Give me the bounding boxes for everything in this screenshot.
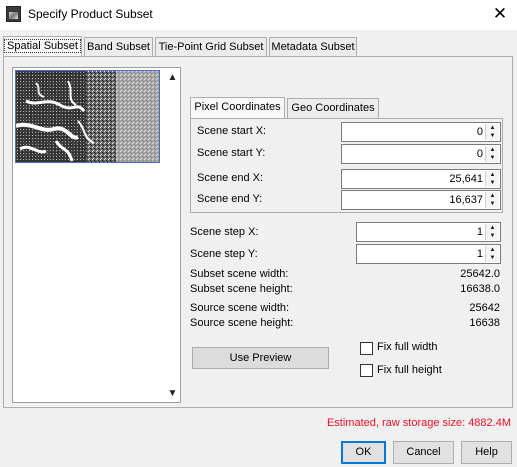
fix-full-height-label[interactable]: Fix full height [377, 364, 442, 376]
spinner-down-icon[interactable]: ▼ [486, 254, 499, 262]
scene-step-x-label: Scene step X: [190, 226, 259, 238]
thumbnail-image [16, 71, 159, 162]
scene-start-y-value: 0 [476, 148, 483, 160]
snap-app-icon [6, 6, 21, 22]
subset-scene-width-label: Subset scene width: [190, 268, 289, 280]
subset-scene-width-value: 25642.0 [460, 268, 500, 280]
tab-metadata-subset[interactable]: Metadata Subset [269, 37, 357, 56]
spinner-down-icon[interactable]: ▼ [486, 200, 499, 208]
source-scene-height-value: 16638 [469, 317, 500, 329]
scroll-down-arrow-icon[interactable]: ▼ [165, 386, 180, 402]
help-button[interactable]: Help [461, 441, 512, 464]
title-bar: Specify Product Subset ✕ [0, 0, 517, 30]
storage-estimate-text: Estimated, raw storage size: 4882.4M [326, 417, 511, 429]
product-thumbnail[interactable] [15, 70, 160, 163]
scene-step-y-value: 1 [476, 248, 483, 260]
spinner-down-icon[interactable]: ▼ [486, 154, 499, 162]
tab-spatial-subset[interactable]: Spatial Subset [3, 36, 82, 57]
scroll-up-arrow-icon[interactable]: ▲ [165, 70, 180, 86]
scene-end-y-label: Scene end Y: [197, 193, 263, 205]
spinner-up-icon[interactable]: ▲ [486, 171, 499, 179]
spinner-up-icon[interactable]: ▲ [486, 246, 499, 254]
spinner-down-icon[interactable]: ▼ [486, 179, 499, 187]
scene-start-y-label: Scene start Y: [197, 147, 266, 159]
spinner-up-icon[interactable]: ▲ [486, 124, 499, 132]
scene-step-x-spinner[interactable]: 1 ▲ ▼ [356, 222, 501, 242]
window-title: Specify Product Subset [28, 7, 153, 21]
spinner-down-icon[interactable]: ▼ [486, 232, 499, 240]
spinner-up-icon[interactable]: ▲ [486, 146, 499, 154]
spatial-subset-panel: ▲ ▼ Pixel Coordinates Geo Coordinates Sc… [3, 56, 513, 408]
subset-scene-height-label: Subset scene height: [190, 283, 293, 295]
ok-button[interactable]: OK [341, 441, 386, 464]
scene-end-x-value: 25,641 [449, 173, 483, 185]
close-icon[interactable]: ✕ [488, 3, 512, 25]
fix-full-width-label[interactable]: Fix full width [377, 341, 438, 353]
fix-full-width-checkbox[interactable] [360, 342, 373, 355]
tab-geo-coordinates[interactable]: Geo Coordinates [287, 98, 379, 118]
thumbnail-scroll-pane[interactable]: ▲ ▼ [12, 67, 181, 403]
subset-scene-height-value: 16638.0 [460, 283, 500, 295]
tab-tie-point-grid-subset[interactable]: Tie-Point Grid Subset [155, 37, 267, 56]
scene-step-y-label: Scene step Y: [190, 248, 258, 260]
scene-step-x-value: 1 [476, 226, 483, 238]
spinner-up-icon[interactable]: ▲ [486, 224, 499, 232]
scene-end-y-spinner[interactable]: 16,637 ▲ ▼ [341, 190, 501, 210]
use-preview-button[interactable]: Use Preview [192, 347, 329, 369]
source-scene-height-label: Source scene height: [190, 317, 294, 329]
scene-end-x-spinner[interactable]: 25,641 ▲ ▼ [341, 169, 501, 189]
scene-start-x-value: 0 [476, 126, 483, 138]
scene-start-x-label: Scene start X: [197, 125, 267, 137]
source-scene-width-label: Source scene width: [190, 302, 290, 314]
scene-end-x-label: Scene end X: [197, 172, 264, 184]
spinner-up-icon[interactable]: ▲ [486, 192, 499, 200]
scene-start-y-spinner[interactable]: 0 ▲ ▼ [341, 144, 501, 164]
fix-full-height-checkbox[interactable] [360, 364, 373, 377]
pixel-coordinates-panel: Scene start X: 0 ▲ ▼ Scene start Y: 0 ▲ ▼ … [190, 118, 503, 213]
spinner-down-icon[interactable]: ▼ [486, 132, 499, 140]
scene-end-y-value: 16,637 [449, 194, 483, 206]
tab-band-subset[interactable]: Band Subset [84, 37, 153, 56]
tab-pixel-coordinates[interactable]: Pixel Coordinates [190, 97, 285, 119]
source-scene-width-value: 25642 [469, 302, 500, 314]
scene-start-x-spinner[interactable]: 0 ▲ ▼ [341, 122, 501, 142]
cancel-button[interactable]: Cancel [393, 441, 454, 464]
scene-step-y-spinner[interactable]: 1 ▲ ▼ [356, 244, 501, 264]
